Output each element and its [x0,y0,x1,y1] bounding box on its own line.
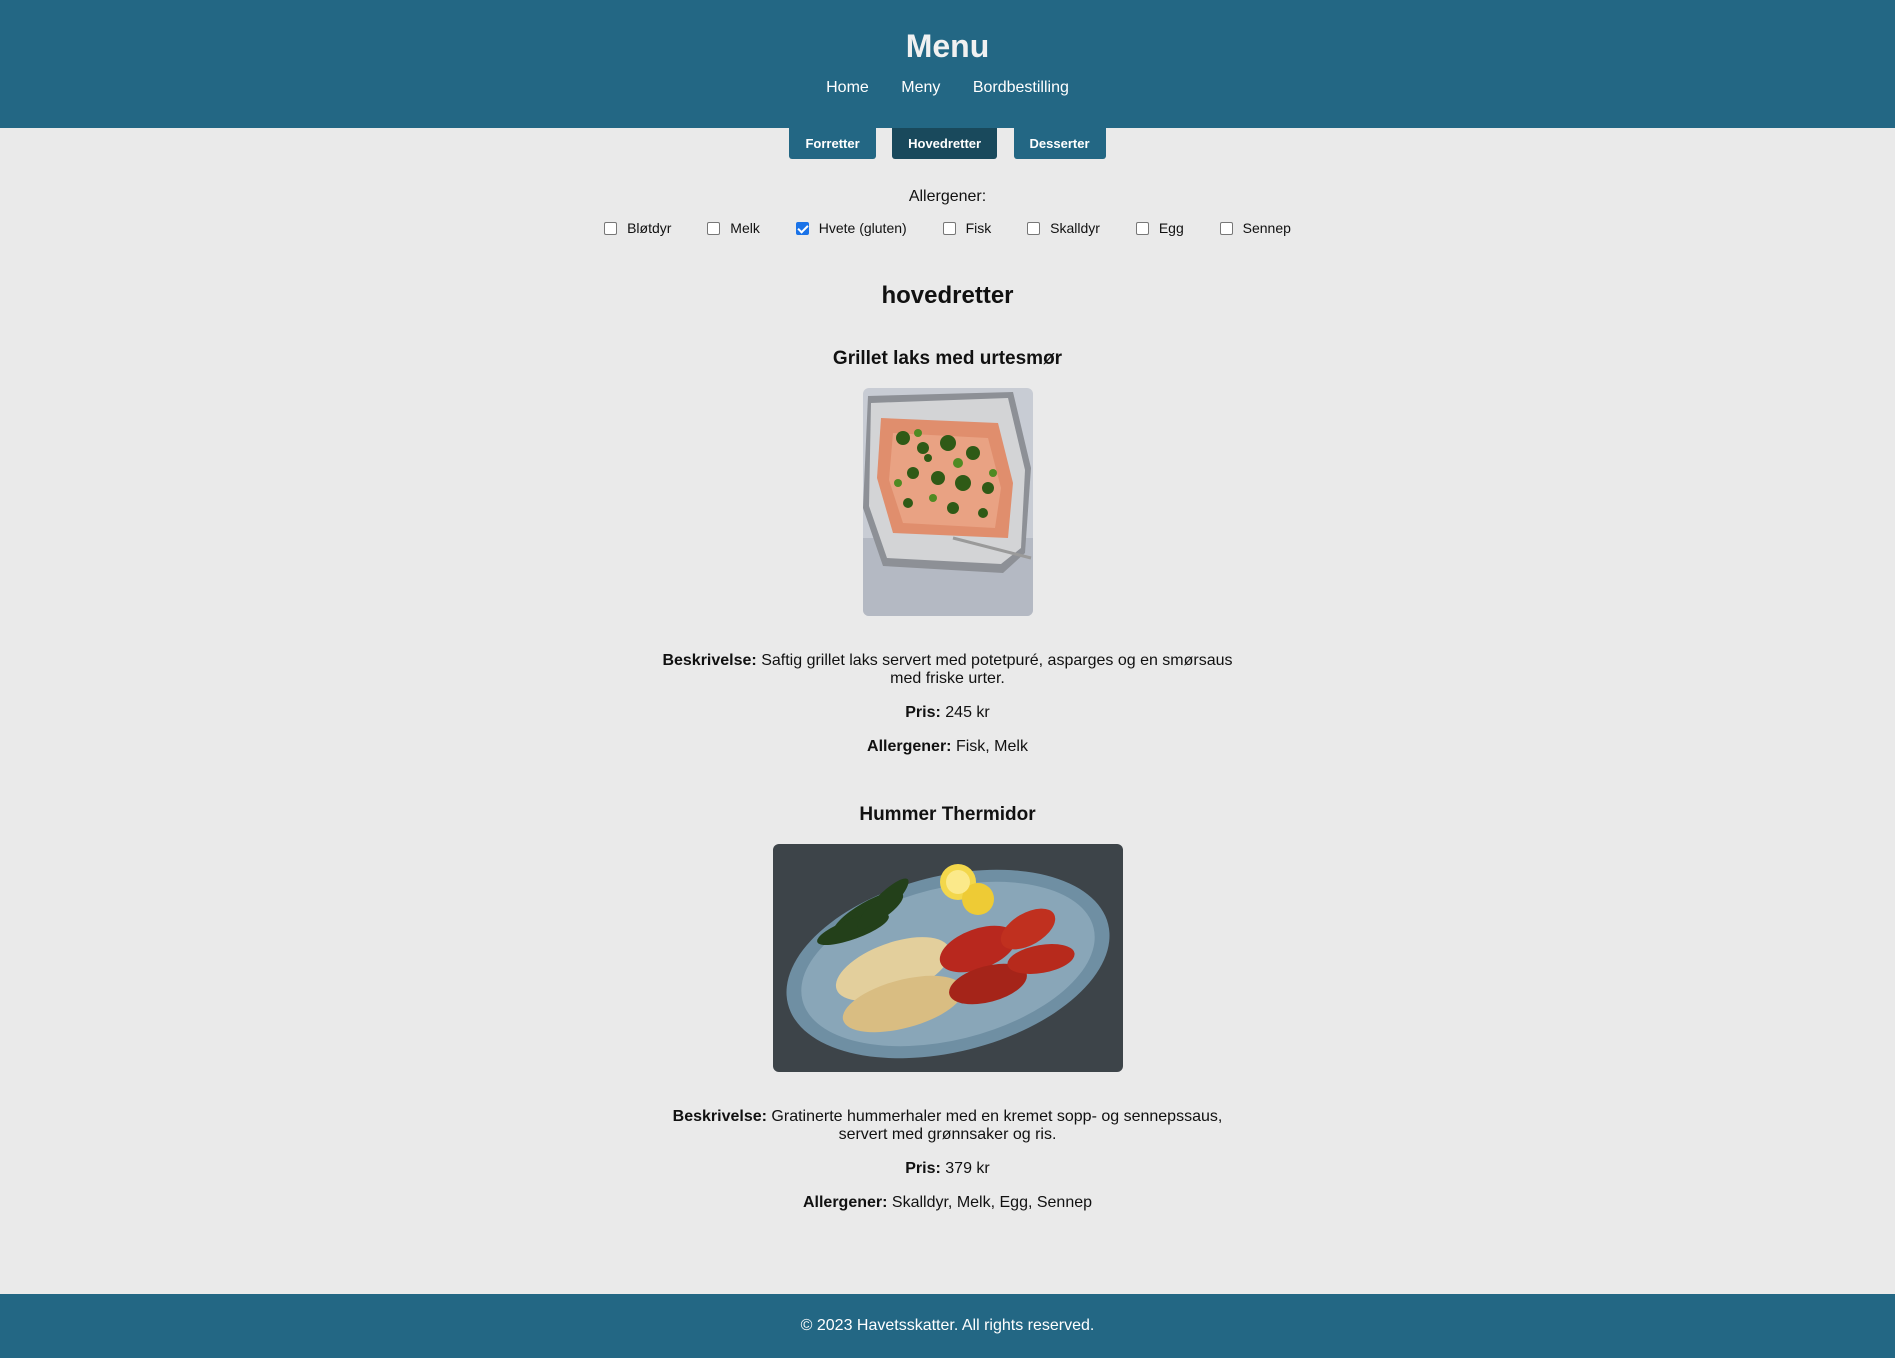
price-value: 379 kr [945,1159,990,1177]
description-text: Gratinerte hummerhaler med en kremet sop… [771,1107,1223,1143]
dish-name: Grillet laks med urtesmør [832,347,1063,369]
filter-label: Melk [730,220,760,236]
filter-label: Skalldyr [1050,220,1100,236]
nav-home-link[interactable]: Home [826,78,869,98]
dish-card: Grillet laks med urtesmør Beskrivelse: S… [0,348,1895,756]
melk-checkbox[interactable] [707,221,721,235]
filter-sennep[interactable]: Sennep [1219,220,1291,236]
main-nav: Home Meny Bordbestilling [0,78,1895,98]
nav-meny-link[interactable]: Meny [901,78,940,98]
page-title: Menu [905,28,990,64]
filter-label: Fisk [965,220,992,236]
allergens-label: Allergener: [802,1193,888,1211]
description-label: Beskrivelse: [662,651,757,669]
filter-melk[interactable]: Melk [707,220,760,236]
description-label: Beskrivelse: [672,1107,767,1125]
site-footer: © 2023 Havetsskatter. All rights reserve… [0,1294,1895,1358]
dish-price: Pris: 379 kr [0,1160,1895,1178]
filter-fisk[interactable]: Fisk [942,220,992,236]
allergens-value: Fisk, Melk [955,737,1028,755]
hvete-checkbox[interactable] [795,221,809,235]
salmon-image [862,387,1033,616]
filter-egg[interactable]: Egg [1135,220,1184,236]
filter-hvete[interactable]: Hvete (gluten) [795,220,907,236]
price-label: Pris: [905,703,941,721]
price-label: Pris: [905,1159,941,1177]
category-tabs: Forretter Hovedretter Desserter [0,128,1895,159]
nav-bordbestilling-link[interactable]: Bordbestilling [973,78,1069,98]
filter-label: Egg [1158,220,1184,236]
filter-label: Hvete (gluten) [818,220,907,236]
footer-text: © 2023 Havetsskatter. All rights reserve… [800,1317,1095,1334]
dish-price: Pris: 245 kr [0,704,1895,722]
filter-label: Bløtdyr [627,220,672,236]
tab-hovedretter[interactable]: Hovedretter [892,128,998,159]
dish-name: Hummer Thermidor [859,803,1036,825]
tab-forretter[interactable]: Forretter [789,128,876,159]
dish-allergens: Allergener: Fisk, Melk [0,738,1895,756]
price-value: 245 kr [945,703,990,721]
dish-description: Beskrivelse: Saftig grillet laks servert… [658,652,1238,688]
description-text: Saftig grillet laks servert med potetpur… [761,651,1233,687]
allergens-label: Allergener: [867,737,952,755]
dish-allergens: Allergener: Skalldyr, Melk, Egg, Sennep [0,1194,1895,1212]
egg-checkbox[interactable] [1135,221,1149,235]
salmon-picture [862,387,1033,616]
dish-description: Beskrivelse: Gratinerte hummerhaler med … [658,1108,1238,1144]
dish-card: Hummer Thermidor Beskrivelse: Gratinerte… [0,804,1895,1212]
allergen-filter-title: Allergener: [908,188,987,205]
blotdyr-checkbox[interactable] [604,221,618,235]
filter-skalldyr[interactable]: Skalldyr [1027,220,1100,236]
allergen-filters: Bløtdyr Melk Hvete (gluten) Fisk Skalldy… [0,220,1895,238]
tab-desserter[interactable]: Desserter [1013,128,1106,159]
fisk-checkbox[interactable] [942,221,956,235]
section-title: hovedretter [881,281,1014,309]
allergens-value: Skalldyr, Melk, Egg, Sennep [891,1193,1093,1211]
site-header: Menu Home Meny Bordbestilling [0,0,1895,128]
filter-label: Sennep [1242,220,1291,236]
sennep-checkbox[interactable] [1219,221,1233,235]
filter-blotdyr[interactable]: Bløtdyr [604,220,671,236]
lobster-image [772,843,1123,1072]
skalldyr-checkbox[interactable] [1027,221,1041,235]
lobster-picture [772,843,1123,1072]
